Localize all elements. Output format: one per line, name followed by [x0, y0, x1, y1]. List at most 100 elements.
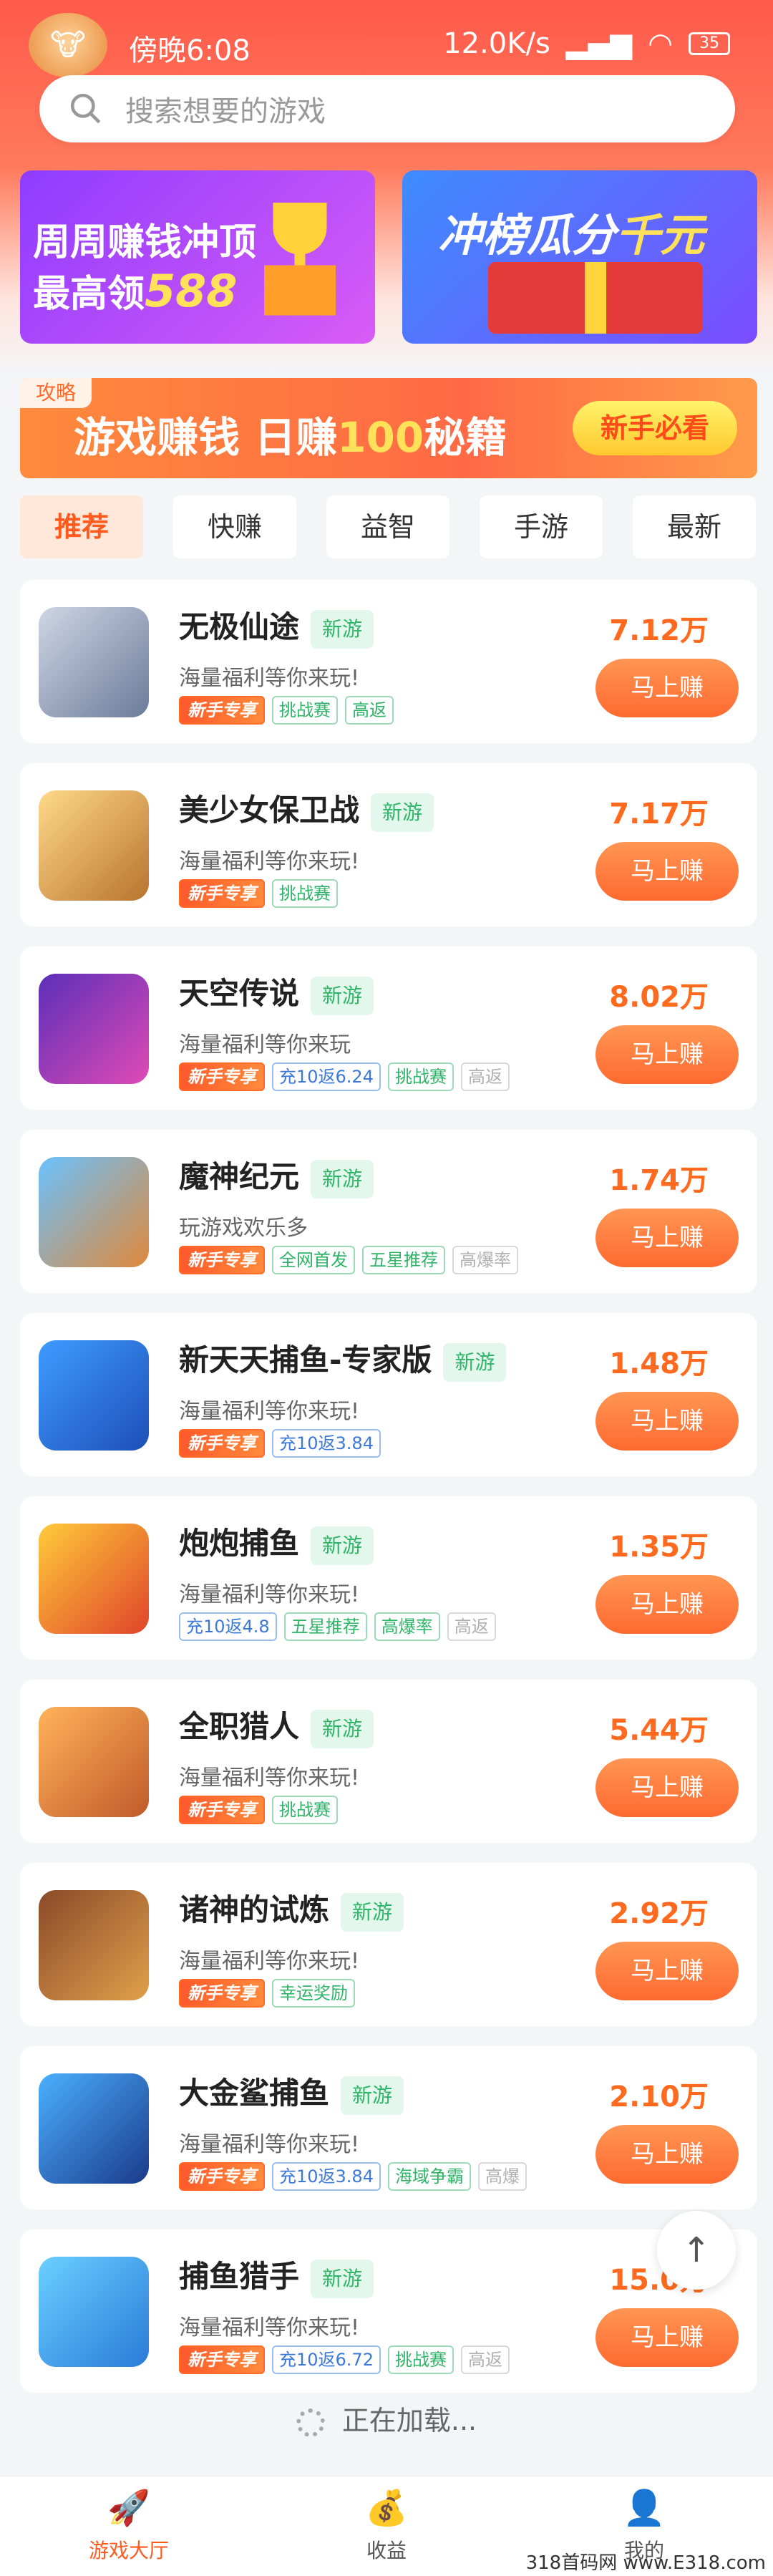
- game-icon[interactable]: [39, 607, 149, 717]
- earn-now-button[interactable]: 马上赚: [595, 1758, 739, 1817]
- game-tags: 新手专享 全网首发 五星推荐 高爆率: [179, 1246, 518, 1274]
- game-icon[interactable]: [39, 1890, 149, 2000]
- tab-quick[interactable]: 快赚: [173, 495, 296, 558]
- app-root: { "status_bar":{"time":"傍晚6:08","speed":…: [0, 0, 773, 2576]
- reward-amount: 2.92万: [609, 1897, 709, 1930]
- game-tags: 新手专享 挑战赛: [179, 879, 338, 908]
- spinner-icon: [296, 2408, 325, 2437]
- earn-now-button[interactable]: 马上赚: [595, 1025, 739, 1084]
- signal-icon: ▂▄▆: [565, 27, 633, 60]
- promo-button[interactable]: 新手必看: [573, 401, 737, 455]
- game-tag: 充10返4.8: [179, 1612, 277, 1641]
- category-tabs: 推荐 快赚 益智 手游 最新: [20, 495, 757, 560]
- tab-recommend[interactable]: 推荐: [20, 495, 143, 558]
- game-tags: 充10返4.8 五星推荐 高爆率 高返: [179, 1612, 496, 1641]
- game-icon[interactable]: [39, 1524, 149, 1634]
- earn-now-button[interactable]: 马上赚: [595, 1392, 739, 1451]
- new-game-badge: 新游: [311, 609, 374, 649]
- game-name: 大金鲨捕鱼 新游: [179, 2069, 404, 2115]
- game-tag: 高爆率: [452, 1246, 518, 1274]
- banner-weekly-sub: 最高领588: [33, 265, 238, 317]
- game-name: 无极仙途 新游: [179, 603, 374, 649]
- game-name: 全职猎人 新游: [179, 1703, 374, 1748]
- earn-now-button[interactable]: 马上赚: [595, 1942, 739, 2000]
- earn-now-button[interactable]: 马上赚: [595, 2125, 739, 2184]
- game-tag: 高返: [345, 696, 394, 725]
- game-desc: 海量福利等你来玩!: [179, 849, 360, 874]
- game-tag: 新手专享: [179, 696, 265, 725]
- game-icon[interactable]: [39, 1340, 149, 1451]
- search-icon: [70, 93, 101, 124]
- game-card[interactable]: 天空传说 新游 海量福利等你来玩 新手专享 充10返6.24 挑战赛 高返 8.02万 …: [20, 946, 757, 1110]
- earn-now-button[interactable]: 马上赚: [595, 659, 739, 717]
- game-card[interactable]: 美少女保卫战 新游 海量福利等你来玩! 新手专享 挑战赛 7.17万 马上赚: [20, 763, 757, 926]
- game-name: 魔神纪元 新游: [179, 1153, 374, 1199]
- game-card[interactable]: 捕鱼猎手 新游 海量福利等你来玩! 新手专享 充10返6.72 挑战赛 高返 15.0万…: [20, 2229, 757, 2393]
- game-tags: 新手专享 挑战赛 高返: [179, 696, 394, 725]
- game-card[interactable]: 全职猎人 新游 海量福利等你来玩! 新手专享 挑战赛 5.44万 马上赚: [20, 1680, 757, 1843]
- game-tags: 新手专享 挑战赛: [179, 1796, 338, 1824]
- new-game-badge: 新游: [443, 1342, 507, 1382]
- game-icon[interactable]: [39, 2073, 149, 2184]
- game-icon[interactable]: [39, 974, 149, 1084]
- game-tags: 新手专享 幸运奖励: [179, 1979, 355, 2008]
- game-name: 捕鱼猎手 新游: [179, 2252, 374, 2298]
- game-tags: 新手专享 充10返3.84: [179, 1429, 381, 1458]
- game-card[interactable]: 炮炮捕鱼 新游 海量福利等你来玩! 充10返4.8 五星推荐 高爆率 高返 1.35万 …: [20, 1496, 757, 1660]
- game-card[interactable]: 诸神的试炼 新游 海量福利等你来玩! 新手专享 幸运奖励 2.92万 马上赚: [20, 1863, 757, 2026]
- game-tag: 高爆: [477, 2162, 527, 2191]
- banner-ranking[interactable]: 冲榜瓜分千元: [402, 170, 757, 344]
- money-bag-icon: 💰: [365, 2488, 408, 2528]
- game-name: 诸神的试炼 新游: [179, 1886, 404, 1932]
- nav-game-hall[interactable]: 🚀 游戏大厅: [57, 2487, 200, 2564]
- earn-now-button[interactable]: 马上赚: [595, 1575, 739, 1634]
- game-card[interactable]: 大金鲨捕鱼 新游 海量福利等你来玩! 新手专享 充10返3.84 海域争霸 高爆 2.1…: [20, 2046, 757, 2209]
- mascot-icon: 🐮: [29, 13, 107, 77]
- game-card[interactable]: 魔神纪元 新游 玩游戏欢乐多 新手专享 全网首发 五星推荐 高爆率 1.74万 马上赚: [20, 1130, 757, 1293]
- nav-earnings[interactable]: 💰 收益: [315, 2487, 458, 2564]
- search-placeholder: 搜索想要的游戏: [125, 95, 326, 128]
- game-tag: 新手专享: [179, 2345, 265, 2374]
- reward-amount: 7.17万: [609, 798, 709, 831]
- reward-amount: 1.48万: [609, 1347, 709, 1380]
- game-tags: 新手专享 充10返6.24 挑战赛 高返: [179, 1062, 510, 1091]
- game-tag: 高返: [460, 1062, 510, 1091]
- reward-amount: 2.10万: [609, 2081, 709, 2113]
- promo-strip[interactable]: 攻略 游戏赚钱 日赚100秘籍 新手必看: [20, 378, 757, 478]
- game-icon[interactable]: [39, 790, 149, 901]
- gift-icon: [488, 262, 703, 334]
- tab-latest[interactable]: 最新: [633, 495, 756, 558]
- game-name: 炮炮捕鱼 新游: [179, 1519, 374, 1565]
- trophy-icon: [264, 203, 336, 316]
- game-icon[interactable]: [39, 1157, 149, 1267]
- game-tag: 充10返6.72: [272, 2345, 381, 2374]
- reward-amount: 7.12万: [609, 614, 709, 647]
- loading-indicator: 正在加载...: [0, 2398, 773, 2438]
- game-card[interactable]: 无极仙途 新游 海量福利等你来玩! 新手专享 挑战赛 高返 7.12万 马上赚: [20, 580, 757, 743]
- search-bar[interactable]: 搜索想要的游戏: [39, 75, 735, 142]
- game-tag: 充10返6.24: [272, 1062, 381, 1091]
- status-bar: 🐮 傍晚6:08 12.0K/s ▂▄▆ ◠ 35: [0, 0, 773, 82]
- new-game-badge: 新游: [311, 1709, 374, 1748]
- earn-now-button[interactable]: 马上赚: [595, 842, 739, 901]
- banner-weekly-title: 周周赚钱冲顶: [33, 221, 257, 264]
- earn-now-button[interactable]: 马上赚: [595, 2308, 739, 2367]
- game-icon[interactable]: [39, 1707, 149, 1817]
- tab-mobile[interactable]: 手游: [480, 495, 603, 558]
- game-desc: 海量福利等你来玩!: [179, 2315, 360, 2340]
- scroll-top-icon[interactable]: ↑: [657, 2211, 736, 2290]
- game-tag: 五星推荐: [362, 1246, 445, 1274]
- game-icon[interactable]: [39, 2257, 149, 2367]
- game-desc: 海量福利等你来玩!: [179, 1766, 360, 1791]
- game-tag: 新手专享: [179, 2162, 265, 2191]
- game-tag: 挑战赛: [387, 2345, 454, 2374]
- banner-weekly[interactable]: 周周赚钱冲顶 最高领588: [20, 170, 375, 344]
- game-tag: 高返: [460, 2345, 510, 2374]
- tab-puzzle[interactable]: 益智: [326, 495, 449, 558]
- game-tags: 新手专享 充10返6.72 挑战赛 高返: [179, 2345, 510, 2374]
- game-tag: 新手专享: [179, 1796, 265, 1824]
- game-desc: 海量福利等你来玩!: [179, 1582, 360, 1607]
- earn-now-button[interactable]: 马上赚: [595, 1209, 739, 1267]
- game-card[interactable]: 新天天捕鱼-专家版 新游 海量福利等你来玩! 新手专享 充10返3.84 1.48万…: [20, 1313, 757, 1476]
- game-tag: 高爆率: [374, 1612, 440, 1641]
